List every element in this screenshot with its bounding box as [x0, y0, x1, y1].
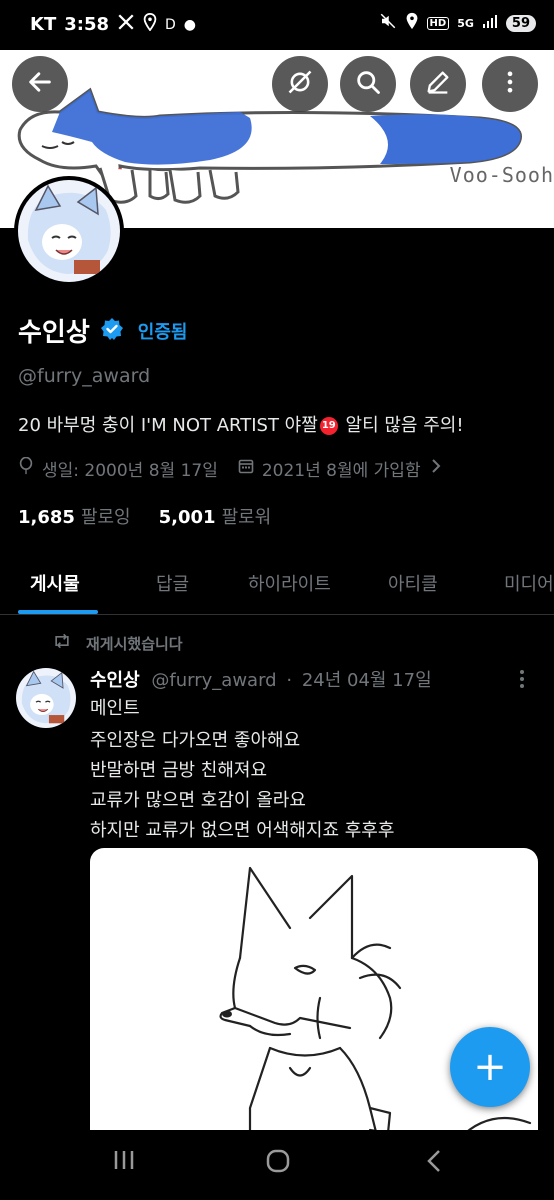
post-author-avatar[interactable]: [16, 668, 76, 728]
repost-icon: [52, 632, 72, 654]
profile-avatar[interactable]: [14, 176, 124, 286]
balloon-icon: [18, 456, 34, 480]
location-icon: [143, 12, 157, 36]
network-5g-icon: 5G: [457, 16, 474, 30]
arrow-left-icon: [26, 68, 54, 100]
sketch-illustration: [219, 866, 532, 1148]
back-chevron-icon: [427, 1150, 440, 1172]
repost-label: 재게시했습니다: [86, 634, 183, 653]
bio-text-end: 알티 많음 주의!: [339, 415, 464, 436]
age-restriction-badge: 19: [319, 417, 338, 435]
signal-icon: [482, 13, 498, 33]
post-header: 수인상 @furry_award · 24년 04월 17일: [90, 666, 432, 692]
back-nav-button[interactable]: [424, 1148, 444, 1181]
recent-apps-button[interactable]: [112, 1148, 136, 1179]
post-text-line: 메인트: [90, 698, 140, 719]
tabs-divider: [0, 614, 554, 615]
post-text-line: 하지만 교류가 없으면 어색해지죠 후후후: [90, 820, 395, 841]
system-nav-bar: [0, 1130, 554, 1200]
post-author-handle[interactable]: @furry_award: [151, 670, 276, 691]
more-vertical-icon: [518, 670, 526, 695]
post-text-line: 교류가 많으면 호감이 올라요: [90, 790, 306, 811]
tab-posts[interactable]: 게시물: [30, 570, 80, 596]
pencil-icon: [424, 68, 452, 100]
battery-indicator: 59: [505, 14, 536, 32]
hd-icon: HD: [426, 16, 450, 30]
repost-indicator: 재게시했습니다: [52, 632, 183, 654]
post-author-name[interactable]: 수인상: [90, 670, 140, 691]
clock: 3:58: [64, 14, 110, 35]
profile-name: 수인상: [18, 318, 90, 348]
verified-label[interactable]: 인증됨: [138, 318, 188, 344]
mute-icon: [379, 12, 397, 34]
tab-replies[interactable]: 답글: [156, 570, 189, 596]
following-link[interactable]: 1,685 팔로잉: [18, 503, 131, 529]
post-separator: ·: [286, 670, 293, 691]
following-label: 팔로잉: [80, 507, 131, 528]
edit-button[interactable]: [410, 56, 466, 112]
d-indicator: D: [165, 16, 176, 33]
post-more-button[interactable]: [518, 668, 526, 695]
tab-media[interactable]: 미디어: [504, 570, 554, 596]
joined-text: 2021년 8월에 가입함: [261, 461, 421, 481]
post-text-line: 반말하면 금방 친해져요: [90, 760, 268, 781]
birthday-text: 생일: 2000년 8월 17일: [42, 461, 218, 481]
post-image[interactable]: [90, 848, 538, 1148]
dot-icon: ●: [183, 16, 197, 33]
status-bar: KT 3:58 D ● HD 5G 59: [0, 0, 554, 48]
grok-button[interactable]: [272, 56, 328, 112]
profile-bio: 20 바부멍 충이 I'M NOT ARTIST 야짤 19 알티 많음 주의!: [18, 411, 464, 437]
home-button[interactable]: [265, 1148, 291, 1181]
following-count: 1,685: [18, 507, 75, 528]
bio-text: 20 바부멍 충이 I'M NOT ARTIST 야짤: [18, 415, 318, 436]
tab-highlights[interactable]: 하이라이트: [248, 570, 331, 596]
profile-handle: @furry_award: [18, 365, 151, 387]
compose-button[interactable]: +: [450, 1027, 530, 1107]
calendar-icon: [238, 458, 254, 479]
x-icon: [117, 13, 135, 36]
avatar-art: [27, 184, 111, 274]
followers-count: 5,001: [158, 507, 216, 528]
avatar-art-small: [21, 670, 71, 724]
location-status-icon: [405, 12, 419, 34]
more-options-button[interactable]: [482, 56, 538, 112]
home-icon: [266, 1149, 290, 1173]
banner-signature: Voo-Sooh: [449, 163, 554, 187]
followers-label: 팔로워: [221, 507, 272, 528]
followers-link[interactable]: 5,001 팔로워: [159, 503, 272, 529]
plus-icon: +: [473, 1044, 507, 1090]
profile-meta: 생일: 2000년 8월 17일 2021년 8월에 가입함: [18, 456, 443, 481]
tab-articles[interactable]: 아티클: [388, 570, 438, 596]
chevron-right-icon[interactable]: [429, 458, 443, 479]
profile-tabs: 게시물 답글 하이라이트 아티클 미디어: [0, 558, 554, 614]
search-button[interactable]: [340, 56, 396, 112]
back-button[interactable]: [12, 56, 68, 112]
recents-icon: [114, 1151, 134, 1169]
search-icon: [354, 68, 382, 100]
more-vertical-icon: [496, 68, 524, 100]
follow-stats: 1,685 팔로잉 5,001 팔로워: [18, 503, 271, 529]
grok-icon: [286, 68, 314, 100]
carrier-label: KT: [30, 14, 57, 35]
post-text-line: 주인장은 다가오면 좋아해요: [90, 730, 301, 751]
post-date[interactable]: 24년 04월 17일: [302, 670, 432, 691]
verified-badge-icon: [100, 317, 124, 345]
profile-name-row: 수인상 인증됨: [18, 312, 187, 349]
